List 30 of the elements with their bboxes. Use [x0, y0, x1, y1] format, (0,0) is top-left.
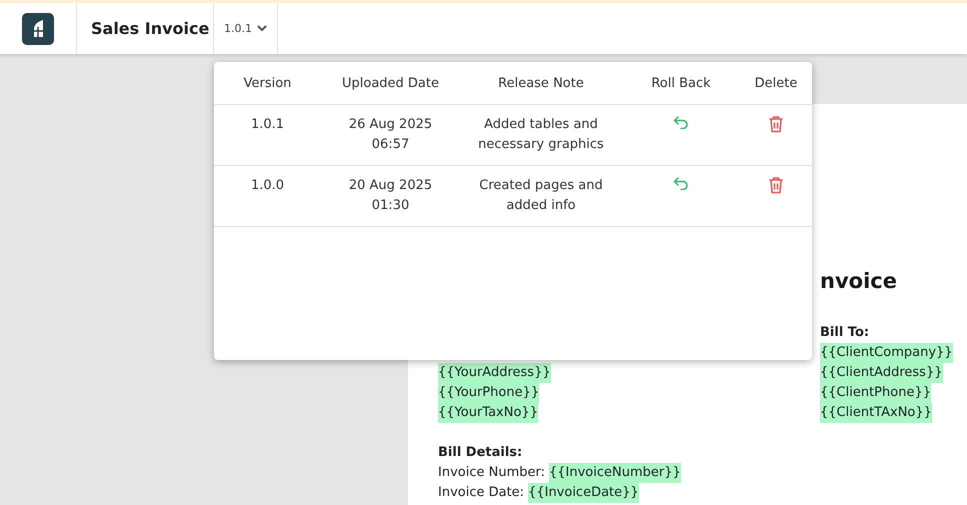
column-header: Delete	[754, 76, 798, 90]
placeholder-field: {{InvoiceDate}}	[528, 483, 639, 503]
chevron-down-icon	[257, 25, 267, 32]
bill-details-label: Bill Details:	[438, 444, 522, 462]
app-logo-icon	[22, 12, 54, 44]
release-note-cell-text: Added tables and necessary graphics	[477, 116, 605, 154]
field-label: Invoice Number:	[438, 464, 545, 482]
placeholder-field: {{ClientCompany}}	[820, 343, 953, 363]
bill-to-label: Bill To:	[820, 324, 870, 342]
placeholder-field: {{InvoiceNumber}}	[548, 463, 681, 483]
placeholder-field: {{YourAddress}}	[438, 363, 551, 383]
invoice-heading: nvoice	[820, 269, 897, 293]
date-cell-text: 20 Aug 2025 01:30	[348, 177, 434, 215]
release-note-cell-text: Created pages and added info	[478, 177, 604, 215]
date-cell-text: 26 Aug 2025 06:57	[348, 116, 434, 154]
column-header: Uploaded Date	[342, 76, 439, 90]
column-header: Version	[244, 76, 292, 90]
version-cell-text: 1.0.1	[250, 116, 284, 134]
version-dropdown[interactable]: 1.0.1	[214, 3, 278, 54]
version-cell-text: 1.0.0	[250, 177, 284, 195]
column-header: Roll Back	[651, 76, 711, 90]
field-label: Invoice Date:	[438, 484, 524, 502]
column-header: Release Note	[498, 76, 584, 90]
rollback-icon[interactable]	[673, 115, 689, 132]
placeholder-field: {{YourPhone}}	[438, 383, 540, 403]
placeholder-field: {{ClientTAxNo}}	[820, 403, 932, 423]
placeholder-field: {{YourTaxNo}}	[438, 403, 538, 423]
placeholder-field: {{ClientPhone}}	[820, 383, 931, 403]
placeholder-field: {{ClientAddress}}	[820, 363, 942, 383]
rollback-icon[interactable]	[673, 176, 689, 193]
